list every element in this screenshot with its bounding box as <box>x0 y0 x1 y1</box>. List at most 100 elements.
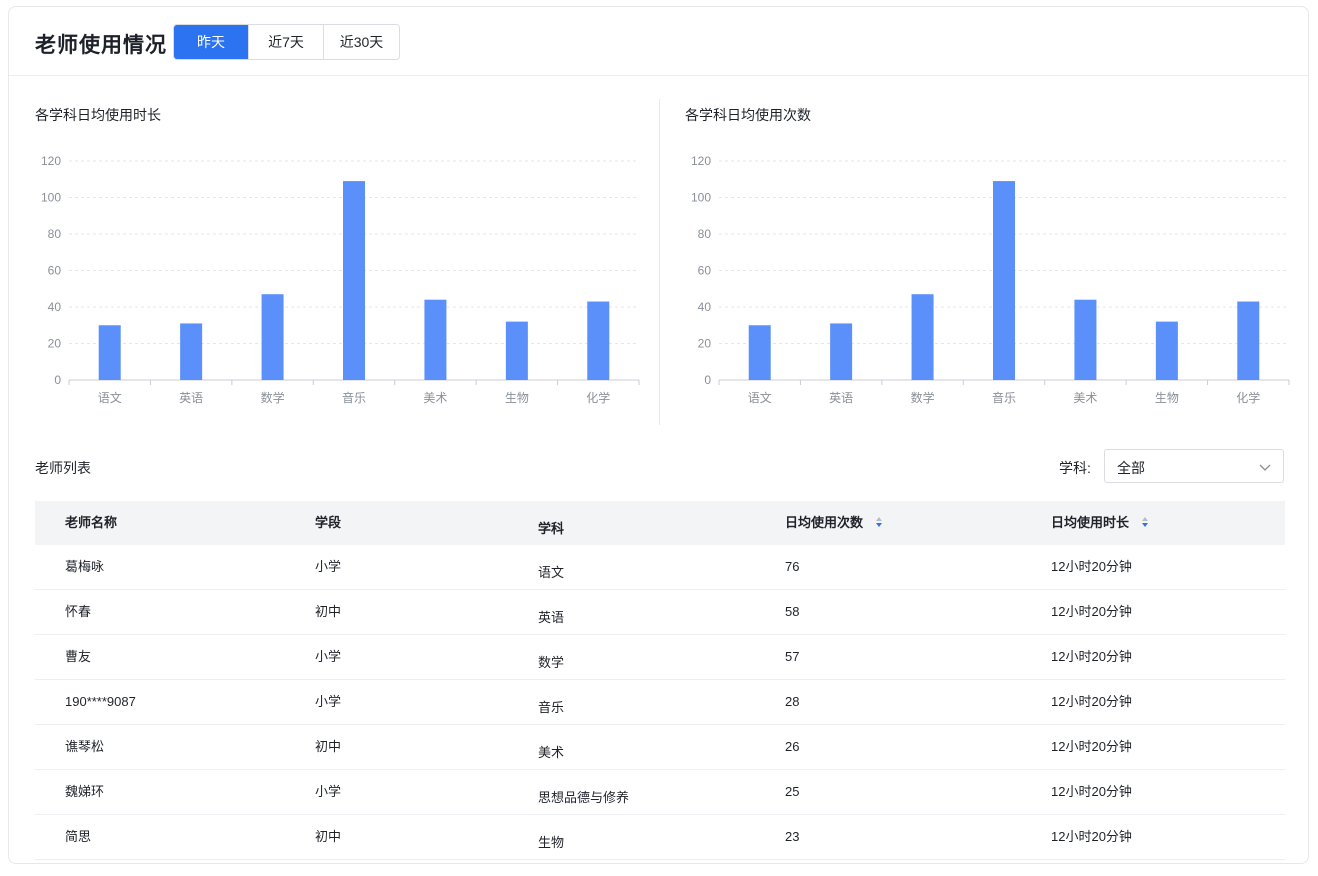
bar-化学 <box>587 301 610 380</box>
teacher-name-cell: 简思 <box>65 829 92 844</box>
table-body: 葛梅咏 小学 语文 76 12小时20分钟 怀春 初中 英语 58 12小时20分钟 曹友 小学 数学 5… <box>35 545 1285 860</box>
daily-duration-cell: 12小时20分钟 <box>1051 694 1132 709</box>
x-tick-label: 生物 <box>1155 391 1179 405</box>
daily-count-cell: 23 <box>785 829 800 844</box>
x-tick-label: 化学 <box>586 390 610 405</box>
stage-cell: 初中 <box>315 829 342 844</box>
x-tick-label: 数学 <box>261 390 285 405</box>
daily-duration-cell: 12小时20分钟 <box>1051 604 1132 619</box>
tab-last-30-days[interactable]: 近30天 <box>323 25 399 59</box>
daily-count-cell: 57 <box>785 649 800 664</box>
table-row[interactable]: 葛梅咏 小学 语文 76 12小时20分钟 <box>35 545 1285 590</box>
column-header-label: 日均使用时长 <box>1051 515 1130 530</box>
y-tick-label: 120 <box>41 154 61 168</box>
bar-语文 <box>748 325 771 380</box>
column-header-daily-count[interactable]: 日均使用次数 <box>785 501 883 545</box>
column-header-stage: 学段 <box>315 515 342 530</box>
subject-select[interactable]: 全部 <box>1104 449 1284 483</box>
y-tick-label: 80 <box>698 227 712 241</box>
tab-last-7-days[interactable]: 近7天 <box>248 25 323 59</box>
y-tick-label: 0 <box>704 373 711 387</box>
subject-cell: 英语 <box>538 610 565 625</box>
table-row[interactable]: 魏娣环 小学 思想品德与修养 25 12小时20分钟 <box>35 770 1285 815</box>
table-row[interactable]: 谯琴松 初中 美术 26 12小时20分钟 <box>35 725 1285 770</box>
count-chart-panel: 各学科日均使用次数 0 20 40 60 80 100 120 语文 英语 数学 音乐 美术 生物 化学 <box>685 75 1295 421</box>
subject-cell: 生物 <box>538 835 565 850</box>
bar-语文 <box>98 325 121 380</box>
bar-美术 <box>424 299 447 380</box>
daily-count-cell: 76 <box>785 559 800 574</box>
bar-生物 <box>505 321 528 380</box>
y-tick-label: 120 <box>691 154 711 168</box>
stage-cell: 小学 <box>315 784 342 799</box>
subject-cell: 美术 <box>538 745 565 760</box>
y-tick-label: 60 <box>48 264 62 278</box>
column-header-daily-duration[interactable]: 日均使用时长 <box>1051 501 1149 545</box>
stage-cell: 小学 <box>315 559 342 574</box>
daily-count-cell: 26 <box>785 739 800 754</box>
teacher-name-cell: 曹友 <box>65 649 92 664</box>
teacher-name-cell: 葛梅咏 <box>65 559 105 574</box>
stage-cell: 小学 <box>315 694 342 709</box>
stage-cell: 初中 <box>315 604 342 619</box>
y-tick-label: 40 <box>698 300 712 314</box>
sort-icon[interactable] <box>875 516 883 528</box>
stage-cell: 初中 <box>315 739 342 754</box>
duration-chart-panel: 各学科日均使用时长 0 20 40 60 80 100 120 语文 英语 数学 音乐 美术 生物 化学 <box>35 75 645 421</box>
subject-select-value: 全部 <box>1117 460 1145 476</box>
bar-数学 <box>911 294 934 380</box>
teacher-name-cell: 魏娣环 <box>65 784 105 799</box>
y-tick-label: 40 <box>48 300 62 314</box>
bar-音乐 <box>343 181 365 380</box>
daily-duration-cell: 12小时20分钟 <box>1051 559 1132 574</box>
table-row[interactable]: 曹友 小学 数学 57 12小时20分钟 <box>35 635 1285 680</box>
teacher-table: 老师名称 学段 学科 日均使用次数 日均使用时长 葛梅咏 小学 语文 76 12小时20… <box>35 501 1285 860</box>
bar-英语 <box>830 323 853 380</box>
daily-count-cell: 25 <box>785 784 800 799</box>
teacher-name-cell: 怀春 <box>65 604 92 619</box>
bar-美术 <box>1074 299 1097 380</box>
daily-count-cell: 58 <box>785 604 800 619</box>
x-tick-label: 音乐 <box>342 390 366 405</box>
stage-cell: 小学 <box>315 649 342 664</box>
x-tick-label: 语文 <box>98 390 122 405</box>
bar-英语 <box>180 323 203 380</box>
subject-cell: 语文 <box>538 565 565 580</box>
page-title: 老师使用情况 <box>35 34 167 57</box>
daily-duration-cell: 12小时20分钟 <box>1051 649 1132 664</box>
tab-yesterday[interactable]: 昨天 <box>174 25 248 59</box>
y-tick-label: 20 <box>698 337 712 351</box>
chart-divider <box>659 99 660 425</box>
bar-化学 <box>1237 301 1260 380</box>
x-tick-label: 美术 <box>1073 391 1097 405</box>
bar-数学 <box>261 294 284 380</box>
column-header-label: 日均使用次数 <box>785 515 864 530</box>
subject-cell: 数学 <box>538 655 565 670</box>
sort-icon[interactable] <box>1141 516 1149 528</box>
x-tick-label: 生物 <box>505 391 529 405</box>
count-chart: 0 20 40 60 80 100 120 语文 英语 数学 音乐 美术 生物 化学 <box>691 154 1290 405</box>
x-tick-label: 英语 <box>179 391 203 405</box>
daily-duration-cell: 12小时20分钟 <box>1051 739 1132 754</box>
bar-音乐 <box>993 181 1015 380</box>
duration-chart: 0 20 40 60 80 100 120 语文 英语 数学 音乐 美术 生物 化学 <box>41 154 640 405</box>
table-row[interactable]: 190****9087 小学 音乐 28 12小时20分钟 <box>35 680 1285 725</box>
subject-filter-label: 学科: <box>1059 460 1091 476</box>
table-row[interactable]: 简思 初中 生物 23 12小时20分钟 <box>35 815 1285 860</box>
x-tick-label: 音乐 <box>992 390 1016 405</box>
daily-count-cell: 28 <box>785 694 800 709</box>
table-header: 老师名称 学段 学科 日均使用次数 日均使用时长 <box>35 501 1285 545</box>
x-tick-label: 语文 <box>748 390 772 405</box>
date-range-tabs: 昨天 近7天 近30天 <box>173 24 400 60</box>
y-tick-label: 100 <box>691 191 711 205</box>
bar-生物 <box>1155 321 1178 380</box>
y-tick-label: 80 <box>48 227 62 241</box>
chevron-down-icon <box>1259 464 1271 471</box>
table-row[interactable]: 怀春 初中 英语 58 12小时20分钟 <box>35 590 1285 635</box>
x-tick-label: 数学 <box>911 390 935 405</box>
usage-card: 老师使用情况 昨天 近7天 近30天 各学科日均使用时长 0 20 40 60 80 10… <box>8 6 1309 864</box>
card-header: 老师使用情况 昨天 近7天 近30天 <box>9 7 1308 76</box>
daily-duration-cell: 12小时20分钟 <box>1051 784 1132 799</box>
y-tick-label: 100 <box>41 191 61 205</box>
daily-duration-cell: 12小时20分钟 <box>1051 829 1132 844</box>
